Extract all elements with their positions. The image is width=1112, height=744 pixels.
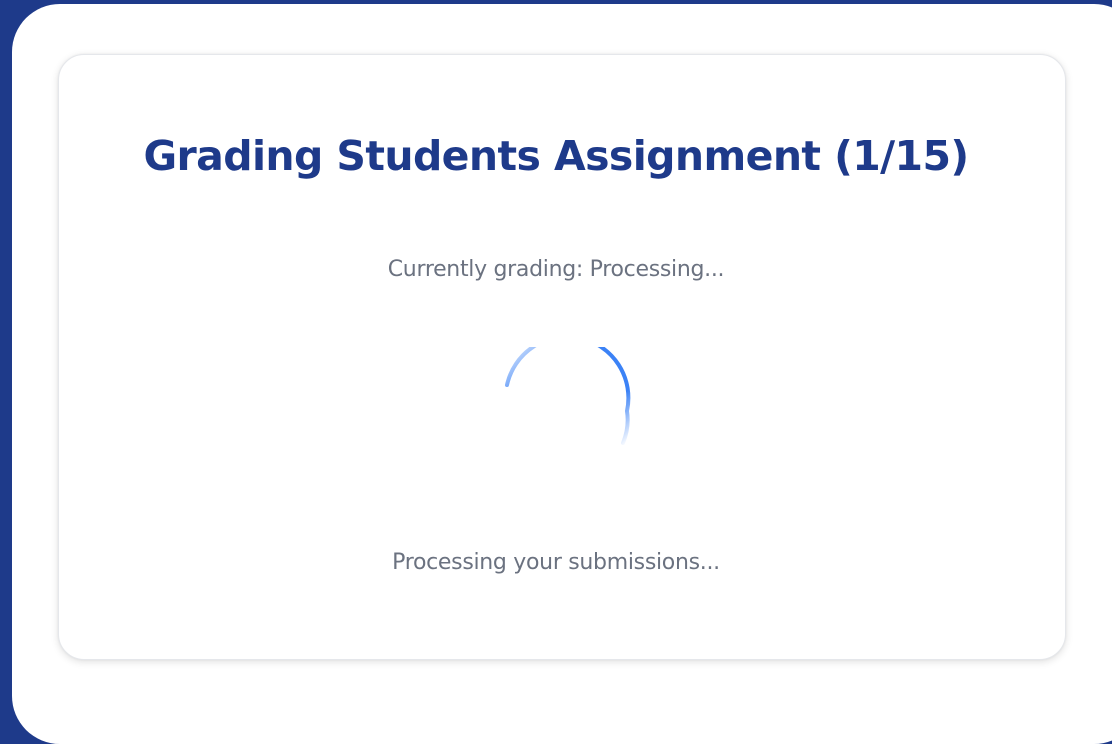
processing-message: Processing your submissions... (392, 550, 720, 575)
loading-spinner-icon (505, 347, 631, 445)
grading-title: Grading Students Assignment (1/15) (143, 132, 969, 180)
current-grading-status: Currently grading: Processing... (387, 257, 725, 282)
